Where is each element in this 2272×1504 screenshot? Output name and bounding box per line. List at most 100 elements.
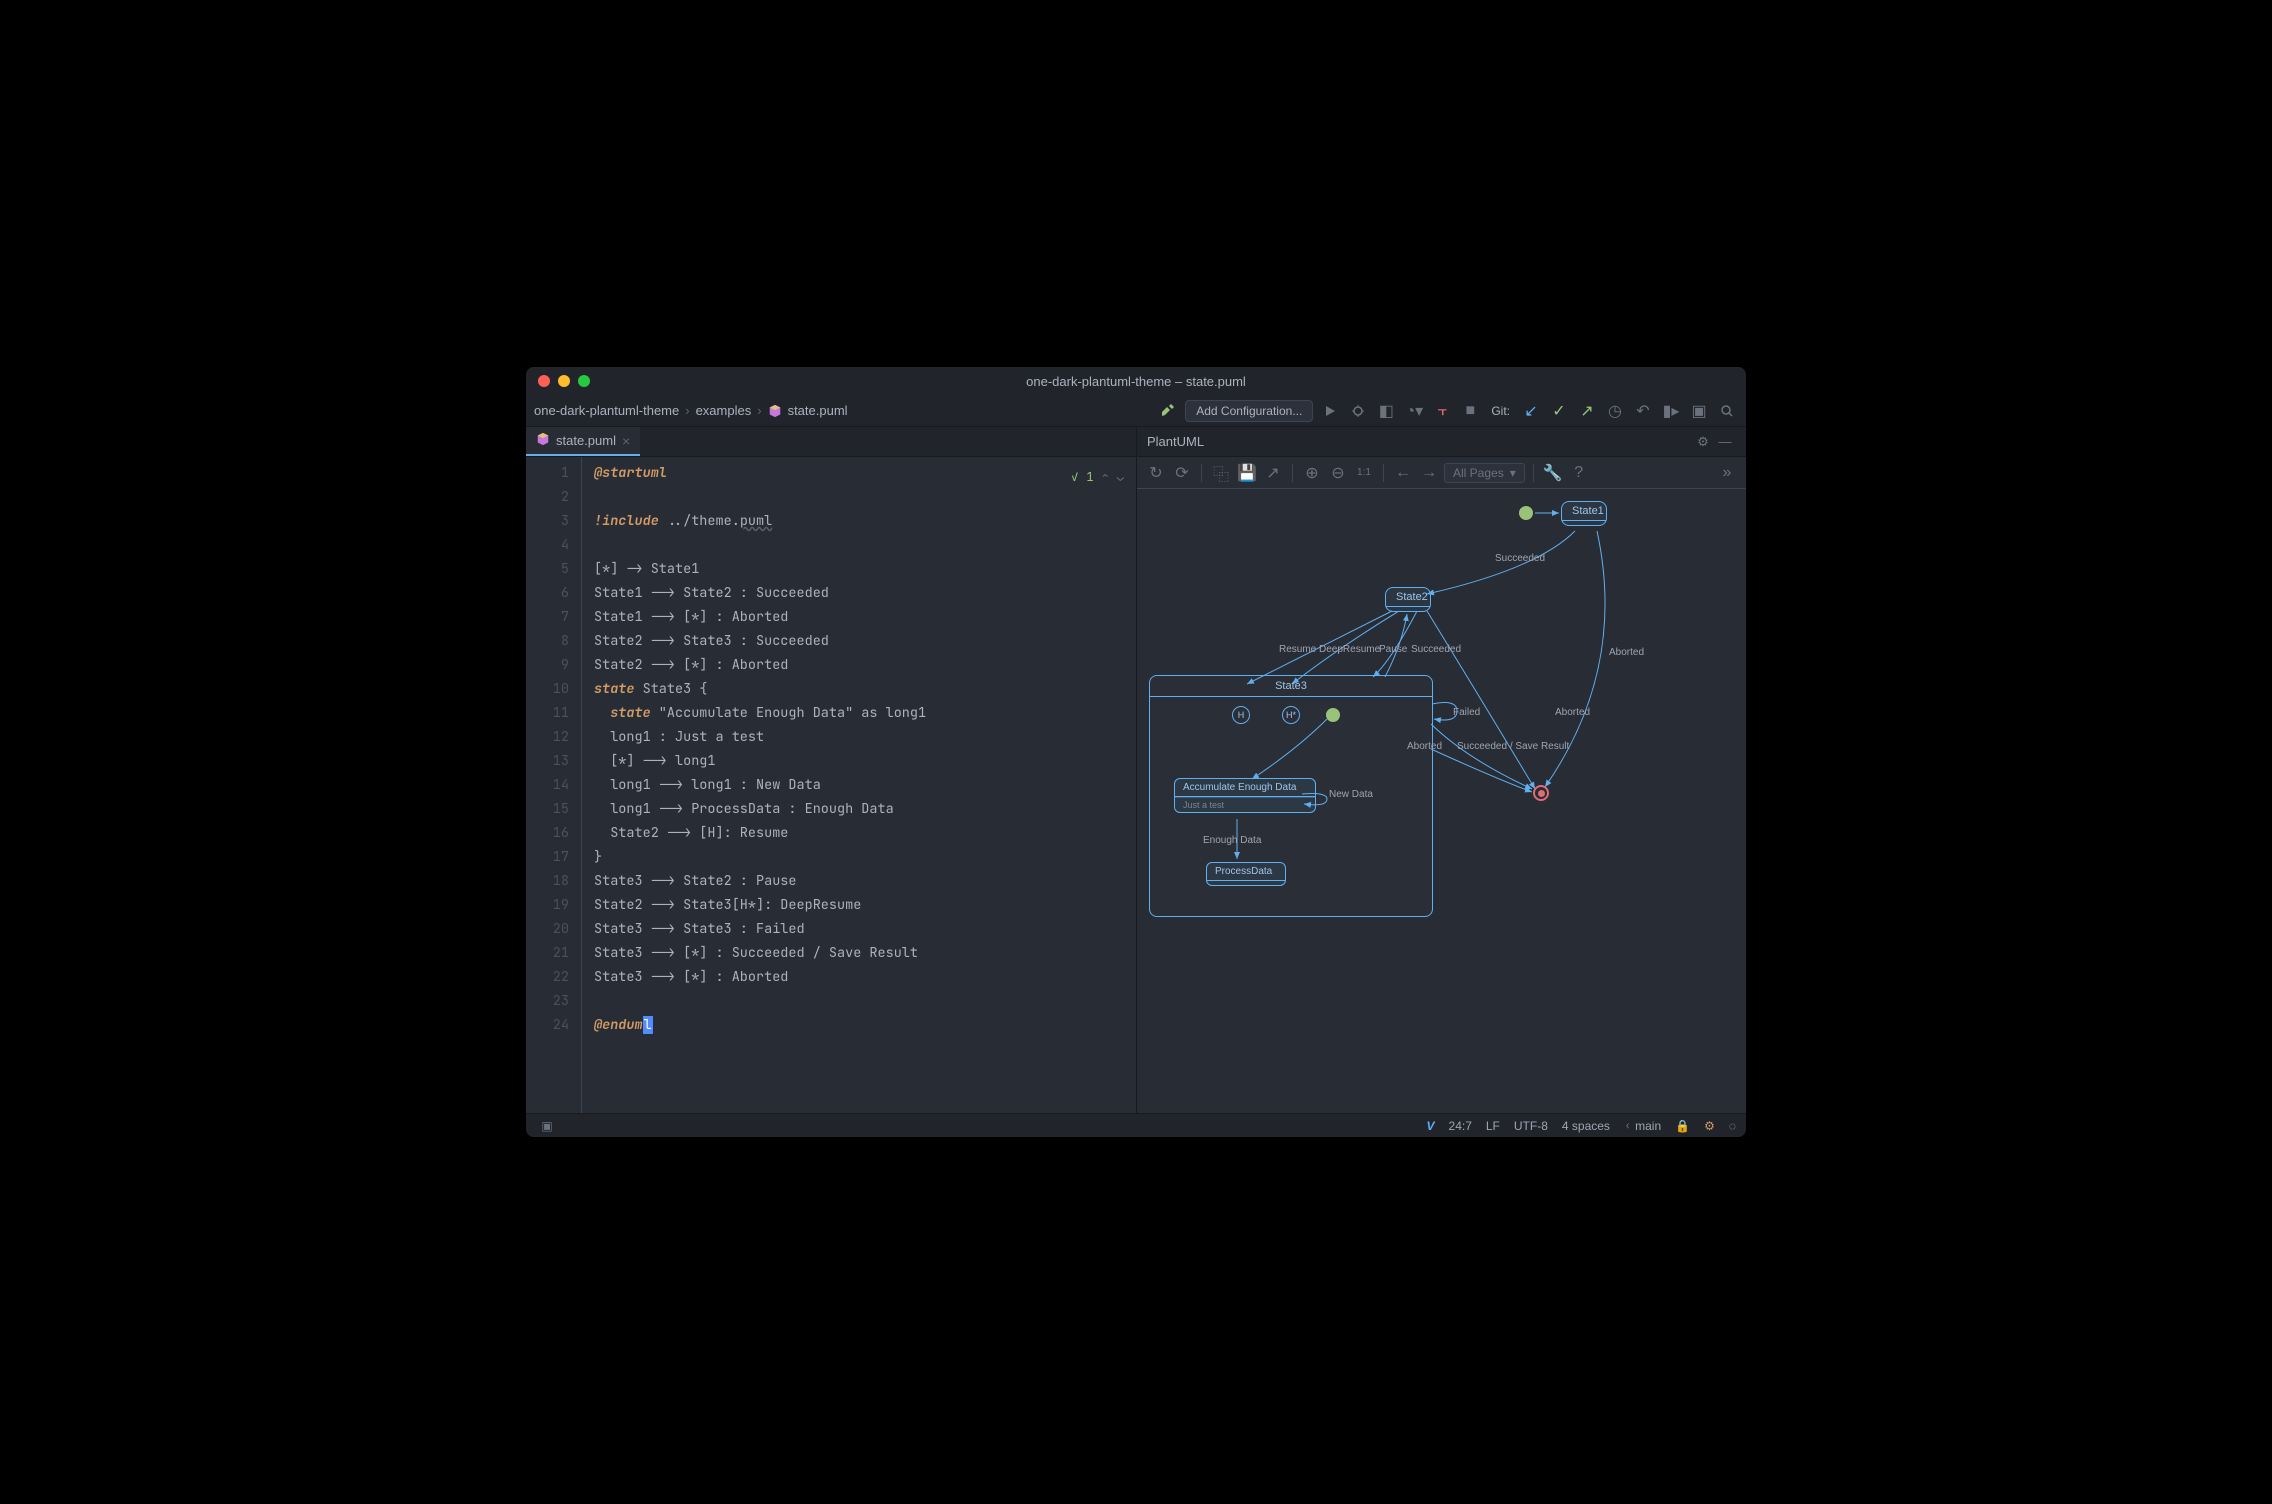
line-number-gutter: 123456789101112131415161718192021222324: [526, 457, 582, 1113]
diagram-start: [1519, 506, 1533, 520]
editor-body[interactable]: 123456789101112131415161718192021222324 …: [526, 457, 1136, 1113]
lock-icon[interactable]: 🔒: [1675, 1119, 1690, 1133]
code-area[interactable]: ✓ 1 ⌃ ⌄ @startuml!include ../theme.puml[…: [582, 457, 1136, 1113]
git-pull-icon[interactable]: ↙: [1520, 400, 1542, 422]
next-icon[interactable]: →: [1418, 462, 1440, 484]
inspection-status[interactable]: ✓ 1 ⌃ ⌄: [1071, 465, 1124, 489]
breadcrumb-project[interactable]: one-dark-plantuml-theme: [534, 403, 679, 418]
minimize-icon[interactable]: —: [1714, 431, 1736, 453]
close-tab-icon[interactable]: ×: [622, 433, 630, 449]
titlebar: one-dark-plantuml-theme – state.puml: [526, 367, 1746, 395]
diagram-accumulate: Accumulate Enough Data Just a test: [1174, 778, 1316, 813]
export-icon[interactable]: ↗: [1262, 462, 1284, 484]
diagram-state3: State3 H H* Accumulate Enough Data Just …: [1149, 675, 1433, 917]
plantuml-header: PlantUML ⚙ —: [1137, 427, 1746, 457]
profile-icon[interactable]: ◔▾: [1403, 400, 1425, 422]
pages-dropdown[interactable]: All Pages ▾: [1444, 463, 1525, 483]
window-title: one-dark-plantuml-theme – state.puml: [1026, 374, 1246, 389]
zoom-out-icon[interactable]: ⊖: [1327, 462, 1349, 484]
edge-label: Succeeded: [1411, 644, 1461, 655]
git-commit-icon[interactable]: ✓: [1548, 400, 1570, 422]
diagram-canvas[interactable]: State1 State2 State3 H H* Accumulate Eno…: [1137, 489, 1746, 1113]
rollback-icon[interactable]: ↶: [1632, 400, 1654, 422]
git-branch[interactable]: ᚲ main: [1624, 1119, 1661, 1133]
zoom-actual-icon[interactable]: 1:1: [1353, 462, 1375, 484]
edge-label: Aborted: [1555, 707, 1590, 718]
chevron-up-icon[interactable]: ⌃: [1102, 465, 1109, 489]
diagram-processdata: ProcessData: [1206, 862, 1286, 886]
wrench-icon[interactable]: 🔧: [1542, 462, 1564, 484]
line-separator[interactable]: LF: [1486, 1119, 1500, 1133]
more-icon[interactable]: »: [1716, 462, 1738, 484]
debug-icon[interactable]: [1347, 400, 1369, 422]
history-h: H: [1232, 706, 1250, 724]
edge-label: Aborted: [1407, 741, 1442, 752]
file-type-icon: [536, 432, 550, 449]
edge-label: DeepResume: [1319, 644, 1380, 655]
stop-icon[interactable]: ■: [1459, 400, 1481, 422]
panel-title: PlantUML: [1147, 434, 1204, 449]
vim-icon[interactable]: V: [1427, 1119, 1435, 1133]
editor-tabs: state.puml ×: [526, 427, 1136, 457]
tab-label: state.puml: [556, 433, 616, 448]
ide-window: one-dark-plantuml-theme – state.puml one…: [526, 367, 1746, 1137]
close-window-button[interactable]: [538, 375, 550, 387]
breadcrumb[interactable]: one-dark-plantuml-theme › examples › sta…: [534, 403, 848, 418]
diagram-state1: State1: [1561, 501, 1607, 526]
search-icon[interactable]: [1716, 400, 1738, 422]
plantuml-pane: PlantUML ⚙ — ↻ ⟳ ⿻ 💾 ↗ ⊕ ⊖ 1:1 ← →: [1136, 427, 1746, 1113]
traffic-lights: [538, 375, 590, 387]
notifications-icon[interactable]: ◌: [1729, 1119, 1736, 1133]
zoom-in-icon[interactable]: ⊕: [1301, 462, 1323, 484]
indexing-icon[interactable]: ⚙: [1704, 1119, 1715, 1133]
history-hstar: H*: [1282, 706, 1300, 724]
indent-setting[interactable]: 4 spaces: [1562, 1119, 1610, 1133]
edge-label: Pause: [1379, 644, 1407, 655]
file-type-icon: [768, 404, 782, 418]
edge-label: New Data: [1329, 789, 1373, 800]
edge-label: Enough Data: [1203, 835, 1261, 846]
help-icon[interactable]: ?: [1568, 462, 1590, 484]
main-toolbar: one-dark-plantuml-theme › examples › sta…: [526, 395, 1746, 427]
run-configuration-dropdown[interactable]: Add Configuration...: [1185, 400, 1313, 422]
edge-label: Failed: [1453, 707, 1480, 718]
breadcrumb-folder[interactable]: examples: [696, 403, 752, 418]
gear-icon[interactable]: ⚙: [1692, 431, 1714, 453]
tool-windows-icon[interactable]: ▣: [536, 1115, 558, 1137]
edge-label: Resume: [1279, 644, 1316, 655]
file-encoding[interactable]: UTF-8: [1514, 1119, 1548, 1133]
git-push-icon[interactable]: ↗: [1576, 400, 1598, 422]
minimize-window-button[interactable]: [558, 375, 570, 387]
chevron-down-icon[interactable]: ⌄: [1117, 465, 1124, 489]
prev-icon[interactable]: ←: [1392, 462, 1414, 484]
maximize-window-button[interactable]: [578, 375, 590, 387]
project-structure-icon[interactable]: ▮▸: [1660, 400, 1682, 422]
plantuml-toolbar: ↻ ⟳ ⿻ 💾 ↗ ⊕ ⊖ 1:1 ← → All Pages ▾ 🔧: [1137, 457, 1746, 489]
editor-tab-active[interactable]: state.puml ×: [526, 427, 640, 456]
diagram-end: [1533, 785, 1549, 801]
copy-icon[interactable]: ⿻: [1210, 462, 1232, 484]
chevron-right-icon: ›: [685, 403, 689, 418]
edge-label: Succeeded: [1495, 553, 1545, 564]
coverage-icon[interactable]: ◧: [1375, 400, 1397, 422]
check-icon: ✓: [1071, 465, 1078, 489]
cursor-position[interactable]: 24:7: [1449, 1119, 1472, 1133]
diagram-state2: State2: [1385, 587, 1431, 612]
inner-start: [1326, 708, 1340, 722]
reload-icon[interactable]: ⟳: [1171, 462, 1193, 484]
breadcrumb-file[interactable]: state.puml: [788, 403, 848, 418]
edge-label: Aborted: [1609, 647, 1644, 658]
edge-label: Succeeded / Save Result: [1457, 741, 1569, 752]
chevron-down-icon: ▾: [1510, 466, 1516, 480]
terminal-icon[interactable]: ▣: [1688, 400, 1710, 422]
git-label: Git:: [1491, 404, 1510, 418]
editor-pane: state.puml × 123456789101112131415161718…: [526, 427, 1136, 1113]
refresh-icon[interactable]: ↻: [1145, 462, 1167, 484]
chevron-right-icon: ›: [757, 403, 761, 418]
save-icon[interactable]: 💾: [1236, 462, 1258, 484]
content-area: state.puml × 123456789101112131415161718…: [526, 427, 1746, 1113]
hammer-icon[interactable]: [1157, 400, 1179, 422]
run-icon[interactable]: [1319, 400, 1341, 422]
history-icon[interactable]: ◷: [1604, 400, 1626, 422]
stop-on-error-icon[interactable]: ⫟: [1431, 400, 1453, 422]
